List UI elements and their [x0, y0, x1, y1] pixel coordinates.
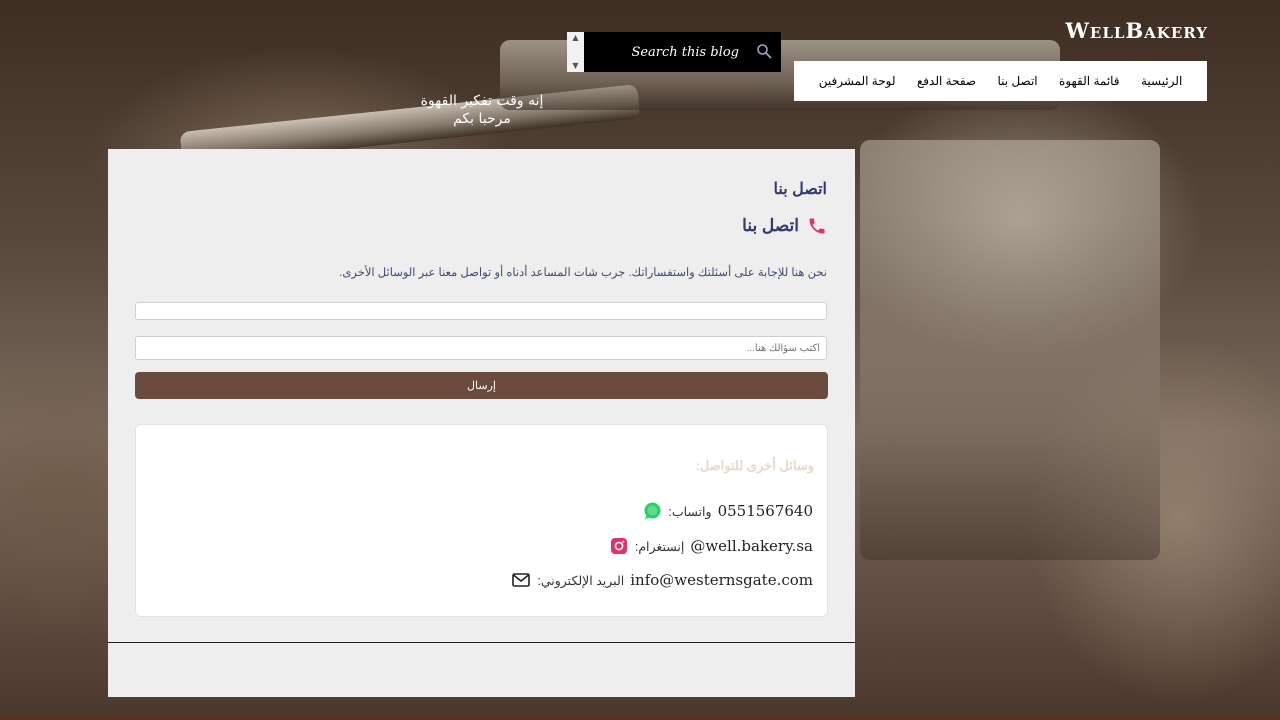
content-panel: اتصل بنا اتصل بنا نحن هنا للإجابة على أس… [108, 149, 855, 697]
whatsapp-label: واتساب: [668, 504, 712, 519]
site-tagline: إنه وقت تفكير القهوة مرحبا بكم [380, 92, 584, 128]
instagram-icon [609, 536, 629, 556]
whatsapp-row: واتساب: 0551567640 [642, 501, 813, 521]
email-label: البريد الإلكتروني: [537, 573, 625, 588]
other-channels-card: وسائل أخرى للتواصل: واتساب: 0551567640 إ… [135, 424, 828, 617]
nav-item-contact[interactable]: اتصل بنا [998, 74, 1038, 88]
nav-item-home[interactable]: الرئيسية [1141, 74, 1182, 88]
whatsapp-number[interactable]: 0551567640 [718, 502, 813, 520]
envelope-icon [511, 570, 531, 590]
nav-item-payment[interactable]: صفحة الدفع [917, 74, 976, 88]
contact-heading: اتصل بنا [742, 216, 827, 236]
instagram-label: إنستغرام: [634, 539, 685, 554]
tagline-line-1: إنه وقت تفكير القهوة [420, 93, 544, 109]
email-address[interactable]: info@westernsgate.com [630, 571, 813, 589]
search-input[interactable]: Search this blog [631, 45, 739, 60]
contact-heading-text: اتصل بنا [742, 216, 799, 235]
email-row: البريد الإلكتروني: info@westernsgate.com [511, 570, 813, 590]
background-image-detail [860, 140, 1160, 560]
scroll-down-icon[interactable]: ▼ [572, 60, 578, 72]
scroll-up-icon[interactable]: ▲ [572, 32, 578, 44]
chat-messages-field[interactable] [135, 302, 827, 320]
send-button[interactable]: إرسال [135, 372, 828, 399]
question-input[interactable] [135, 336, 827, 360]
instagram-row: إنستغرام: @well.bakery.sa [609, 536, 813, 556]
instagram-handle[interactable]: @well.bakery.sa [690, 537, 813, 555]
other-channels-title: وسائل أخرى للتواصل: [695, 458, 814, 473]
page-title: اتصل بنا [773, 181, 828, 198]
intro-text: نحن هنا للإجابة على أسئلتك واستفساراتك. … [339, 267, 827, 279]
main-nav: الرئيسية قائمة القهوة اتصل بنا صفحة الدف… [794, 61, 1207, 101]
nav-item-coffee-menu[interactable]: قائمة القهوة [1059, 74, 1120, 88]
bottom-strip [0, 716, 1280, 720]
whatsapp-icon [642, 501, 662, 521]
search-scrollbar[interactable]: ▲ ▼ [567, 32, 584, 72]
panel-divider [108, 642, 855, 643]
search-box[interactable]: ▲ ▼ Search this blog [567, 32, 781, 72]
tagline-line-2: مرحبا بكم [453, 111, 511, 127]
brand-logo[interactable]: WellBakery [1065, 18, 1208, 43]
nav-item-admin-dashboard[interactable]: لوحة المشرفين [819, 74, 896, 88]
search-icon[interactable] [756, 43, 772, 59]
phone-icon [809, 218, 825, 234]
